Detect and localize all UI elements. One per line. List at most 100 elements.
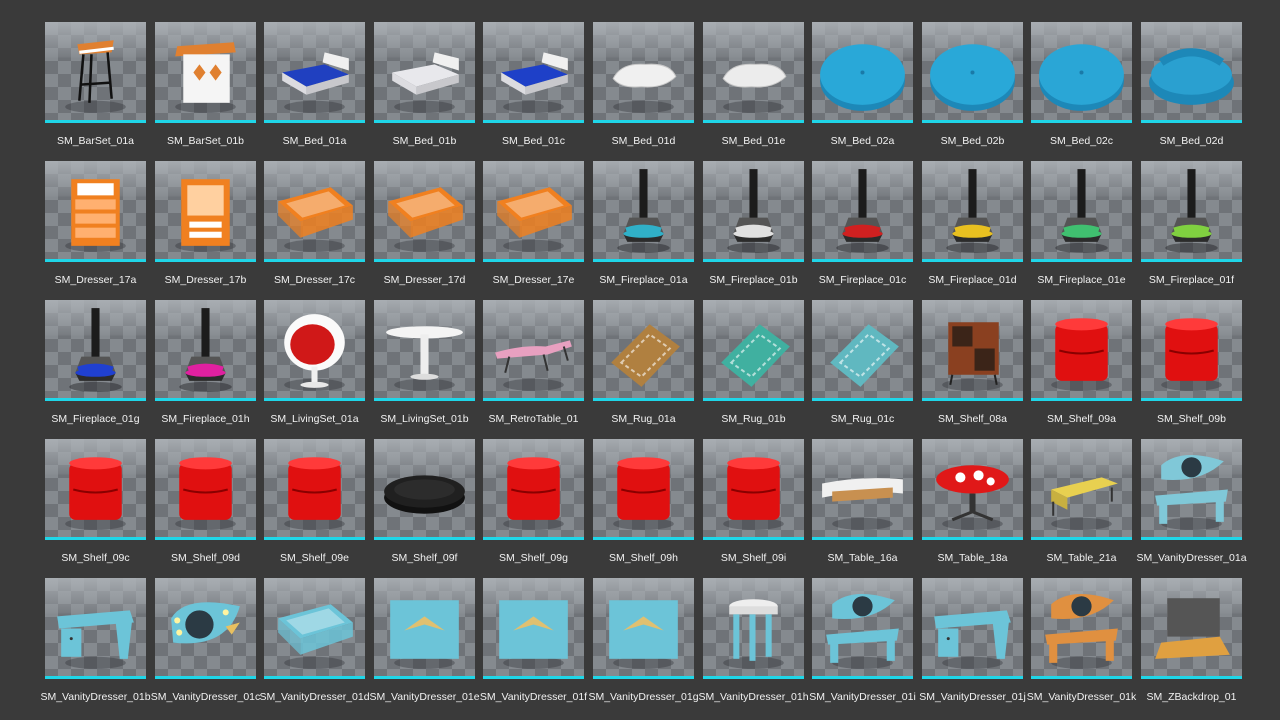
asset-tile[interactable]: SM_Table_16a xyxy=(812,439,913,564)
asset-tile[interactable]: SM_Table_21a xyxy=(1031,439,1132,564)
asset-thumbnail[interactable] xyxy=(922,22,1023,123)
asset-thumbnail[interactable] xyxy=(1031,439,1132,540)
asset-tile[interactable]: SM_Shelf_09i xyxy=(703,439,804,564)
asset-thumbnail[interactable] xyxy=(483,22,584,123)
asset-thumbnail[interactable] xyxy=(593,22,694,123)
asset-tile[interactable]: SM_Fireplace_01d xyxy=(922,161,1023,286)
asset-tile[interactable]: SM_Shelf_09b xyxy=(1141,300,1242,425)
asset-thumbnail[interactable] xyxy=(1031,22,1132,123)
asset-tile[interactable]: SM_Bed_01a xyxy=(264,22,365,147)
asset-thumbnail[interactable] xyxy=(483,161,584,262)
asset-thumbnail[interactable] xyxy=(155,578,256,679)
asset-thumbnail[interactable] xyxy=(264,22,365,123)
asset-thumbnail[interactable] xyxy=(374,161,475,262)
asset-thumbnail[interactable] xyxy=(812,161,913,262)
asset-tile[interactable]: SM_Shelf_09a xyxy=(1031,300,1132,425)
asset-tile[interactable]: SM_Bed_01e xyxy=(703,22,804,147)
asset-tile[interactable]: SM_Fireplace_01f xyxy=(1141,161,1242,286)
asset-thumbnail[interactable] xyxy=(812,22,913,123)
asset-thumbnail[interactable] xyxy=(45,161,146,262)
asset-tile[interactable]: SM_Fireplace_01e xyxy=(1031,161,1132,286)
asset-tile[interactable]: SM_Fireplace_01g xyxy=(45,300,146,425)
asset-tile[interactable]: SM_Bed_01b xyxy=(374,22,475,147)
asset-thumbnail[interactable] xyxy=(1141,300,1242,401)
asset-thumbnail[interactable] xyxy=(922,578,1023,679)
asset-tile[interactable]: SM_Dresser_17c xyxy=(264,161,365,286)
asset-thumbnail[interactable] xyxy=(1031,300,1132,401)
asset-thumbnail[interactable] xyxy=(483,300,584,401)
asset-thumbnail[interactable] xyxy=(374,439,475,540)
asset-tile[interactable]: SM_Shelf_09e xyxy=(264,439,365,564)
asset-tile[interactable]: SM_ZBackdrop_01 xyxy=(1141,578,1242,703)
asset-tile[interactable]: SM_Shelf_08a xyxy=(922,300,1023,425)
asset-thumbnail[interactable] xyxy=(922,439,1023,540)
asset-thumbnail[interactable] xyxy=(812,439,913,540)
asset-thumbnail[interactable] xyxy=(703,578,804,679)
asset-tile[interactable]: SM_VanityDresser_01c xyxy=(151,578,260,703)
asset-tile[interactable]: SM_Dresser_17d xyxy=(374,161,475,286)
asset-thumbnail[interactable] xyxy=(703,22,804,123)
asset-thumbnail[interactable] xyxy=(155,300,256,401)
asset-tile[interactable]: SM_VanityDresser_01a xyxy=(1136,439,1247,564)
asset-tile[interactable]: SM_Bed_02c xyxy=(1031,22,1132,147)
asset-thumbnail[interactable] xyxy=(264,161,365,262)
asset-thumbnail[interactable] xyxy=(45,439,146,540)
asset-tile[interactable]: SM_BarSet_01a xyxy=(45,22,146,147)
asset-tile[interactable]: SM_Bed_01c xyxy=(483,22,584,147)
asset-thumbnail[interactable] xyxy=(374,22,475,123)
asset-tile[interactable]: SM_Fireplace_01c xyxy=(812,161,913,286)
asset-thumbnail[interactable] xyxy=(1141,22,1242,123)
asset-tile[interactable]: SM_VanityDresser_01d xyxy=(259,578,370,703)
asset-tile[interactable]: SM_BarSet_01b xyxy=(155,22,256,147)
asset-tile[interactable]: SM_Shelf_09f xyxy=(374,439,475,564)
asset-thumbnail[interactable] xyxy=(703,439,804,540)
asset-thumbnail[interactable] xyxy=(264,300,365,401)
asset-tile[interactable]: SM_Shelf_09c xyxy=(45,439,146,564)
asset-tile[interactable]: SM_VanityDresser_01f xyxy=(480,578,587,703)
asset-thumbnail[interactable] xyxy=(593,439,694,540)
asset-thumbnail[interactable] xyxy=(264,439,365,540)
asset-thumbnail[interactable] xyxy=(483,439,584,540)
asset-tile[interactable]: SM_Rug_01c xyxy=(812,300,913,425)
asset-tile[interactable]: SM_LivingSet_01b xyxy=(374,300,475,425)
asset-tile[interactable]: SM_Shelf_09h xyxy=(593,439,694,564)
asset-thumbnail[interactable] xyxy=(155,22,256,123)
asset-thumbnail[interactable] xyxy=(374,578,475,679)
asset-thumbnail[interactable] xyxy=(812,578,913,679)
asset-thumbnail[interactable] xyxy=(703,300,804,401)
asset-tile[interactable]: SM_RetroTable_01 xyxy=(483,300,584,425)
asset-thumbnail[interactable] xyxy=(45,578,146,679)
asset-tile[interactable]: SM_VanityDresser_01j xyxy=(919,578,1026,703)
asset-thumbnail[interactable] xyxy=(264,578,365,679)
asset-thumbnail[interactable] xyxy=(1141,439,1242,540)
asset-thumbnail[interactable] xyxy=(1141,578,1242,679)
asset-thumbnail[interactable] xyxy=(593,578,694,679)
asset-thumbnail[interactable] xyxy=(1031,161,1132,262)
asset-tile[interactable]: SM_Fireplace_01a xyxy=(593,161,694,286)
asset-tile[interactable]: SM_VanityDresser_01k xyxy=(1027,578,1136,703)
asset-tile[interactable]: SM_Shelf_09d xyxy=(155,439,256,564)
asset-thumbnail[interactable] xyxy=(483,578,584,679)
asset-tile[interactable]: SM_VanityDresser_01i xyxy=(809,578,916,703)
asset-tile[interactable]: SM_Dresser_17b xyxy=(155,161,256,286)
asset-thumbnail[interactable] xyxy=(703,161,804,262)
asset-tile[interactable]: SM_Dresser_17e xyxy=(483,161,584,286)
asset-tile[interactable]: SM_Table_18a xyxy=(922,439,1023,564)
asset-tile[interactable]: SM_Fireplace_01b xyxy=(703,161,804,286)
asset-thumbnail[interactable] xyxy=(374,300,475,401)
asset-tile[interactable]: SM_Bed_02b xyxy=(922,22,1023,147)
asset-tile[interactable]: SM_VanityDresser_01e xyxy=(369,578,480,703)
asset-tile[interactable]: SM_VanityDresser_01h xyxy=(698,578,809,703)
asset-tile[interactable]: SM_Rug_01a xyxy=(593,300,694,425)
asset-tile[interactable]: SM_Shelf_09g xyxy=(483,439,584,564)
asset-thumbnail[interactable] xyxy=(45,300,146,401)
asset-tile[interactable]: SM_VanityDresser_01g xyxy=(588,578,699,703)
asset-tile[interactable]: SM_Rug_01b xyxy=(703,300,804,425)
asset-tile[interactable]: SM_Fireplace_01h xyxy=(155,300,256,425)
asset-tile[interactable]: SM_Bed_02d xyxy=(1141,22,1242,147)
asset-tile[interactable]: SM_Dresser_17a xyxy=(45,161,146,286)
asset-tile[interactable]: SM_VanityDresser_01b xyxy=(40,578,151,703)
asset-thumbnail[interactable] xyxy=(593,300,694,401)
asset-thumbnail[interactable] xyxy=(1141,161,1242,262)
asset-thumbnail[interactable] xyxy=(155,439,256,540)
